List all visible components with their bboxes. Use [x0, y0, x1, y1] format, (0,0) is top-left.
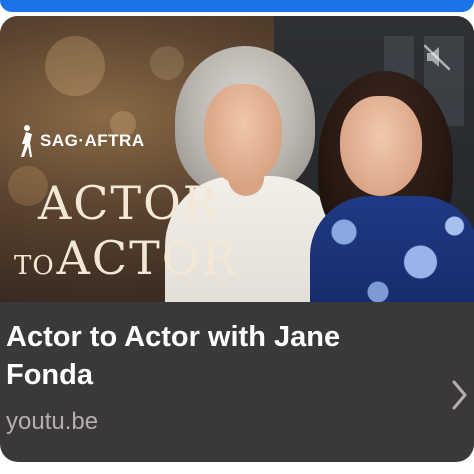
bokeh-light — [45, 36, 105, 96]
video-thumbnail[interactable]: SAG·AFTRA ACTOR TO ACTOR — [0, 16, 474, 302]
thumbnail-title-line1: ACTOR — [38, 176, 220, 230]
thumbnail-title-to: TO — [14, 251, 55, 281]
link-caption[interactable]: Actor to Actor with Jane Fonda youtu.be — [0, 302, 474, 462]
sag-aftra-logo: SAG·AFTRA — [16, 124, 145, 158]
speaker-muted-icon — [423, 44, 451, 71]
link-title: Actor to Actor with Jane Fonda — [6, 321, 341, 391]
chevron-right-icon[interactable] — [450, 378, 470, 412]
mute-button[interactable] — [420, 40, 454, 74]
thumbnail-title-line2: TO ACTOR — [14, 231, 238, 285]
thumbnail-title-actor: ACTOR — [56, 231, 239, 285]
sag-aftra-figure-icon — [21, 125, 32, 157]
link-domain: youtu.be — [6, 408, 99, 435]
logo-text: SAG·AFTRA — [40, 131, 145, 150]
previous-message-bubble[interactable] — [0, 0, 474, 12]
link-preview-card[interactable]: SAG·AFTRA ACTOR TO ACTOR Actor to Actor … — [0, 16, 474, 462]
bokeh-light — [150, 46, 184, 80]
